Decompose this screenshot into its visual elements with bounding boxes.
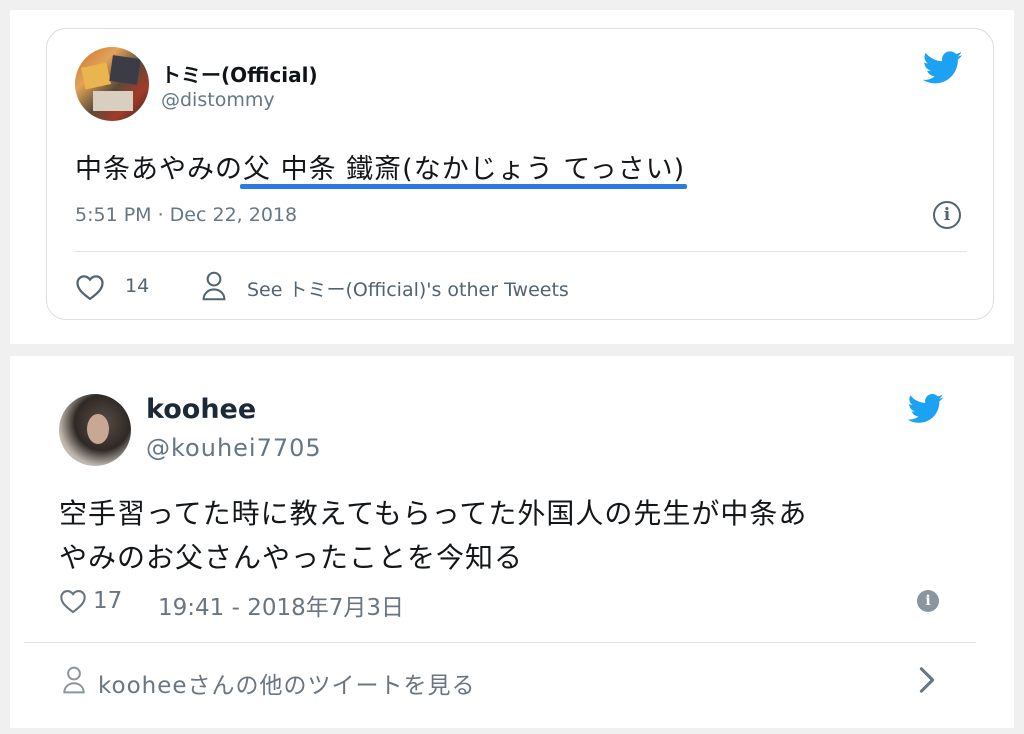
see-other-tweets-link[interactable]: kooheeさんの他のツイートを見る xyxy=(98,666,476,700)
chevron-right-icon[interactable] xyxy=(918,666,936,694)
tweet-card-tommy[interactable]: トミー(Official) @distommy 中条あやみの父 中条 鐵斎(なか… xyxy=(46,28,994,320)
like-count[interactable]: 14 xyxy=(125,275,149,297)
info-icon[interactable]: i xyxy=(917,590,939,612)
person-icon[interactable] xyxy=(201,271,227,301)
info-icon[interactable]: i xyxy=(933,201,961,229)
twitter-bird-icon[interactable] xyxy=(908,394,944,424)
timestamp[interactable]: 5:51 PM · Dec 22, 2018 xyxy=(75,204,297,226)
tweet-text: 空手習ってた時に教えてもらってた外国人の先生が中条あ やみのお父さんやったことを… xyxy=(59,492,959,580)
avatar[interactable] xyxy=(75,47,149,121)
tweet-embed-panel-2: koohee @kouhei7705 空手習ってた時に教えてもらってた外国人の先… xyxy=(10,356,1014,728)
tweet-embed-panel-1: トミー(Official) @distommy 中条あやみの父 中条 鐵斎(なか… xyxy=(10,10,1014,344)
twitter-bird-icon[interactable] xyxy=(923,51,963,85)
divider xyxy=(24,642,976,643)
divider xyxy=(75,251,967,252)
display-name[interactable]: koohee xyxy=(146,394,256,425)
heart-icon[interactable] xyxy=(75,273,105,301)
timestamp[interactable]: 19:41 - 2018年7月3日 xyxy=(158,588,404,622)
person-icon[interactable] xyxy=(62,666,86,694)
tweet-text: 中条あやみの父 中条 鐵斎(なかじょう てっさい) xyxy=(75,154,686,185)
tweet-text-line-2: やみのお父さんやったことを今知る xyxy=(59,541,524,574)
display-name[interactable]: トミー(Official) xyxy=(161,59,318,88)
tweet-text-line-1: 空手習ってた時に教えてもらってた外国人の先生が中条あ xyxy=(59,497,808,530)
see-other-tweets-link[interactable]: See トミー(Official)'s other Tweets xyxy=(247,275,569,302)
user-handle[interactable]: @distommy xyxy=(161,89,275,111)
like-count[interactable]: 17 xyxy=(93,588,122,614)
highlight-underline xyxy=(240,184,687,189)
avatar[interactable] xyxy=(59,394,131,466)
user-handle[interactable]: @kouhei7705 xyxy=(146,434,322,462)
heart-icon[interactable] xyxy=(59,588,87,614)
